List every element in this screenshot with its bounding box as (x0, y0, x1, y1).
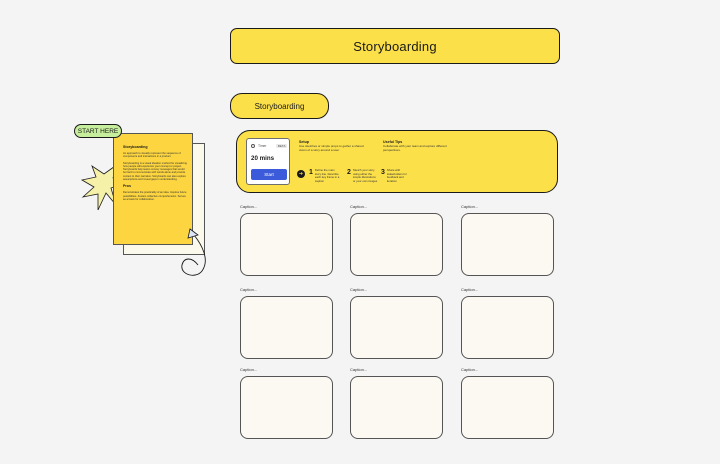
frame-9-caption[interactable]: Caption... (461, 367, 478, 372)
arrow-right-icon: ➜ (297, 170, 305, 178)
tips-text: Collaborate with your team and explore d… (383, 144, 447, 152)
frame-3-caption[interactable]: Caption... (461, 204, 478, 209)
beta-badge: BETA (276, 144, 287, 148)
setup-text: Use sketches or simple props to gather a… (299, 144, 364, 152)
storyboard-frame-1[interactable] (240, 213, 333, 276)
board-title-text: Storyboarding (353, 38, 437, 54)
storyboard-frame-3[interactable] (461, 213, 554, 276)
frame-1-caption[interactable]: Caption... (240, 204, 257, 209)
frame-5-caption[interactable]: Caption... (350, 287, 367, 292)
storyboard-frame-5[interactable] (350, 296, 443, 359)
section-label-text: Storyboarding (254, 101, 305, 111)
frame-4-caption[interactable]: Caption... (240, 287, 257, 292)
storyboard-frame-2[interactable] (350, 213, 443, 276)
timer-header: Timer BETA (251, 144, 287, 148)
step-3-text: Share with stakeholders for feedback and… (386, 168, 407, 183)
storyboard-frame-4[interactable] (240, 296, 333, 359)
start-here-label: START HERE (77, 127, 119, 135)
sticky-pros-text: Demonstrates the practicality of an idea… (123, 191, 187, 201)
timer-start-label: Start (264, 172, 274, 177)
storyboard-frame-7[interactable] (240, 376, 333, 439)
storyboard-frame-8[interactable] (350, 376, 443, 439)
timer-duration: 20 mins (251, 155, 275, 162)
sticky-heading: Storyboarding (123, 145, 148, 149)
timer-start-button[interactable]: Start (251, 169, 287, 180)
sticky-intro: An approach to visually represent the se… (123, 152, 181, 159)
storyboard-frame-6[interactable] (461, 296, 554, 359)
sticky-body: Storyboarding is a visual ideation metho… (123, 161, 187, 182)
frame-6-caption[interactable]: Caption... (461, 287, 478, 292)
frame-2-caption[interactable]: Caption... (350, 204, 367, 209)
step-2-number: 2 (347, 169, 351, 176)
step-3: 3 Share with stakeholders for feedback a… (381, 168, 413, 183)
step-2: 2 Sketch your story using either the sim… (347, 168, 379, 183)
step-1-number: 1 (309, 169, 313, 176)
step-1-text: Define the main story line. Describe eac… (314, 168, 340, 183)
start-here-tag[interactable]: START HERE (74, 124, 122, 138)
step-3-number: 3 (381, 169, 385, 176)
frame-8-caption[interactable]: Caption... (350, 367, 367, 372)
curved-arrow-icon (181, 228, 206, 276)
step-2-text: Sketch your story using either the simpl… (352, 168, 378, 183)
sticky-pros-heading: Pros (123, 184, 131, 189)
storyboard-frame-9[interactable] (461, 376, 554, 439)
board-title[interactable]: Storyboarding (230, 28, 560, 64)
clock-icon (251, 144, 255, 148)
timer-widget[interactable]: Timer BETA 20 mins Start (246, 138, 290, 185)
step-1: 1 Define the main story line. Describe e… (309, 168, 341, 183)
frame-7-caption[interactable]: Caption... (240, 367, 257, 372)
timer-label: Timer (258, 144, 267, 148)
section-label[interactable]: Storyboarding (230, 93, 329, 119)
